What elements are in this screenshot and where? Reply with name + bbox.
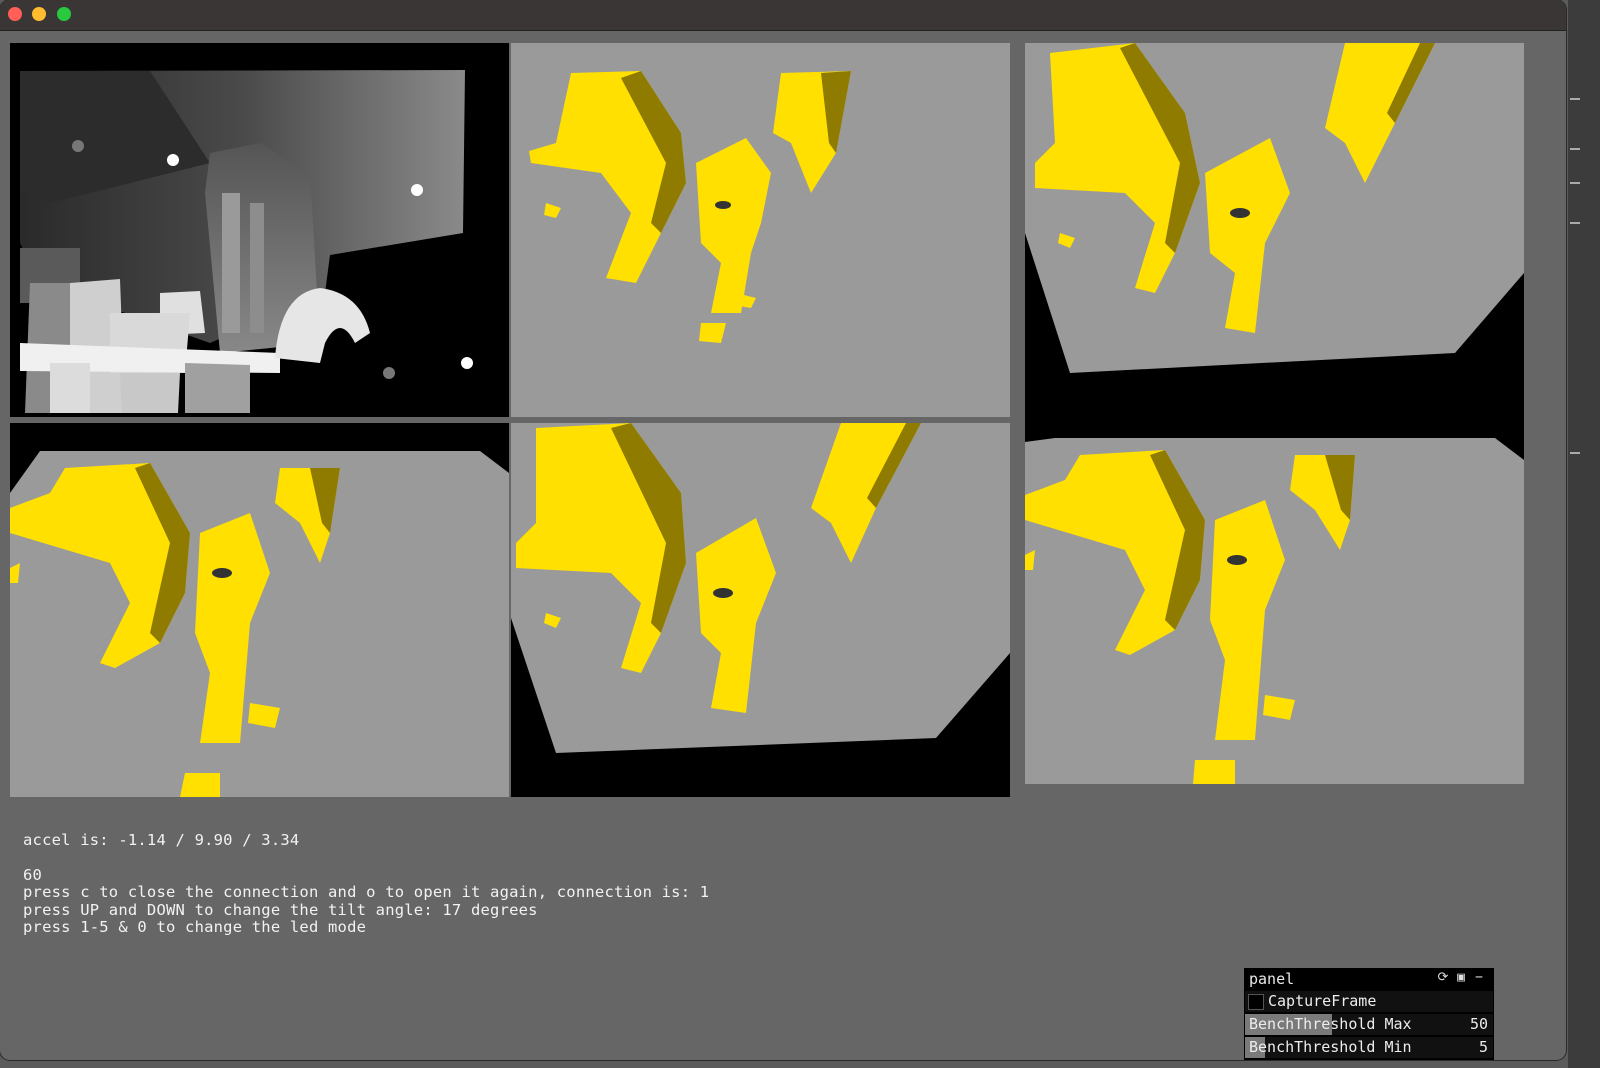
- connection-instruction: press c to close the connection and o to…: [23, 883, 710, 902]
- close-window-button[interactable]: [8, 7, 22, 21]
- led-instruction: press 1-5 & 0 to change the led mode: [23, 917, 367, 936]
- bench-threshold-min-slider[interactable]: BenchThreshold Min 5: [1245, 1037, 1493, 1058]
- desktop-glimpse: [1570, 148, 1580, 150]
- bench-threshold-max-slider[interactable]: BenchThreshold Max 50: [1245, 1014, 1493, 1035]
- point-cloud-view-bottom-right: [1025, 410, 1524, 784]
- desktop-glimpse: [1570, 98, 1580, 100]
- title-bar[interactable]: [0, 0, 1566, 31]
- minimize-icon[interactable]: −: [1472, 971, 1486, 985]
- desktop-glimpse: [1570, 452, 1580, 454]
- point-cloud-view-bottom-center: [511, 423, 1010, 797]
- accel-readout: accel is: -1.14 / 9.90 / 3.34: [23, 831, 300, 849]
- info-text: accel is: -1.14 / 9.90 / 3.34 60 press c…: [23, 831, 710, 936]
- bench-threshold-max-value: 50: [1469, 1015, 1488, 1033]
- depth-image-view: [10, 43, 509, 417]
- gui-panel: panel ⟳ ▣ − CaptureFrame BenchThreshold …: [1244, 968, 1494, 1060]
- bench-threshold-min-label: BenchThreshold Min: [1249, 1038, 1412, 1056]
- zoom-window-button[interactable]: [57, 7, 71, 21]
- desktop-glimpse: [1570, 182, 1580, 184]
- point-cloud-view-front: [511, 43, 1010, 417]
- refresh-icon[interactable]: ⟳: [1436, 971, 1450, 985]
- capture-frame-label: CaptureFrame: [1268, 992, 1377, 1010]
- panel-title: panel: [1249, 970, 1295, 988]
- save-icon[interactable]: ▣: [1454, 971, 1468, 985]
- capture-frame-checkbox[interactable]: [1248, 994, 1264, 1010]
- point-cloud-view-bottom-left: [10, 423, 509, 797]
- capture-frame-toggle[interactable]: CaptureFrame: [1245, 991, 1493, 1012]
- desktop-background: [1568, 0, 1600, 1068]
- tilt-instruction: press UP and DOWN to change the tilt ang…: [23, 900, 538, 919]
- panel-header[interactable]: panel ⟳ ▣ −: [1244, 968, 1494, 990]
- point-cloud-view-top-right: [1025, 43, 1524, 417]
- app-window: accel is: -1.14 / 9.90 / 3.34 60 press c…: [0, 0, 1566, 1060]
- framerate-readout: 60: [23, 865, 43, 884]
- bench-threshold-min-value: 5: [1478, 1038, 1488, 1056]
- desktop-glimpse: [1570, 222, 1580, 224]
- minimize-window-button[interactable]: [32, 7, 46, 21]
- bench-threshold-max-label: BenchThreshold Max: [1249, 1015, 1412, 1033]
